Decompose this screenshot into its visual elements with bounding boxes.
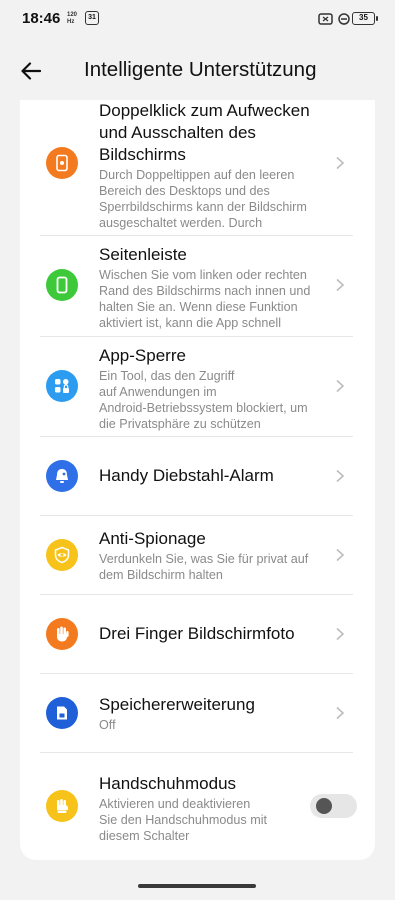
setting-title: Anti-Spionage [99,529,206,548]
chevron-right-icon [336,379,345,393]
home-indicator[interactable] [138,884,256,888]
chevron-right-icon [336,627,345,641]
setting-app-lock[interactable]: App-Sperre Ein Tool, das den Zugriff auf… [20,337,375,437]
setting-description: Durch Doppeltippen auf den leeren Bereic… [99,168,307,230]
toggle-knob [316,798,332,814]
status-bar: 18:46 120 Hz 31 35 [0,0,395,38]
alarm-icon [46,460,78,492]
memory-icon [46,697,78,729]
status-time: 18:46 [22,10,61,27]
setting-double-tap[interactable]: Doppelklick zum Aufwecken und Ausschalte… [20,100,375,236]
chevron-right-icon [336,278,345,292]
chevron-right-icon [336,548,345,562]
chevron-right-icon [336,156,345,170]
chevron-right-icon [336,706,345,720]
setting-anti-spy[interactable]: Anti-Spionage Verdunkeln Sie, was Sie fü… [20,516,375,595]
setting-title: Drei Finger Bildschirmfoto [99,624,295,643]
setting-sidebar[interactable]: Seitenleiste Wischen Sie vom linken oder… [20,236,375,337]
setting-theft-alarm[interactable]: Handy Diebstahl-Alarm [20,437,375,516]
calendar-icon: 31 [85,11,99,25]
header: Intelligente Unterstützung [0,44,395,96]
back-button[interactable] [14,54,48,88]
setting-title: Handschuhmodus [99,774,237,793]
setting-status: Off [99,718,116,732]
refresh-rate-value: 120 [67,12,78,18]
setting-three-finger-screenshot[interactable]: Drei Finger Bildschirmfoto [20,595,375,674]
page-title: Intelligente Unterstützung [84,58,317,81]
app-lock-icon [46,370,78,402]
back-arrow-icon [21,62,41,80]
setting-title: Handy Diebstahl-Alarm [99,466,274,485]
setting-title: Speichererweiterung [99,695,255,714]
refresh-rate-unit: Hz [67,19,75,25]
refresh-rate-indicator: 120 Hz [67,12,77,26]
eye-shield-icon [46,539,78,571]
setting-title: Doppelklick zum Aufwecken und Ausschalte… [99,101,310,164]
setting-description: Ein Tool, das den Zugriff auf Anwendunge… [99,369,308,431]
settings-list: Doppelklick zum Aufwecken und Ausschalte… [20,100,375,860]
double-tap-icon [46,147,78,179]
hand-icon [46,618,78,650]
setting-glove-mode: Handschuhmodus Aktivieren und deaktivier… [20,753,375,860]
glove-mode-toggle[interactable] [310,794,357,818]
glove-icon [46,790,78,822]
setting-description: Verdunkeln Sie, was Sie für privat auf d… [99,552,309,582]
sim-icon [318,13,333,25]
do-not-disturb-icon [338,13,350,25]
setting-title: Seitenleiste [99,245,187,264]
setting-description: Aktivieren und deaktivieren Sie den Hand… [99,797,268,843]
setting-memory-extension[interactable]: Speichererweiterung Off [20,674,375,753]
setting-title: App-Sperre [99,346,186,365]
chevron-right-icon [336,469,345,483]
battery-icon: 35 [352,12,378,25]
sidebar-phone-icon [46,269,78,301]
setting-description: Wischen Sie vom linken oder rechten Rand… [99,268,311,330]
